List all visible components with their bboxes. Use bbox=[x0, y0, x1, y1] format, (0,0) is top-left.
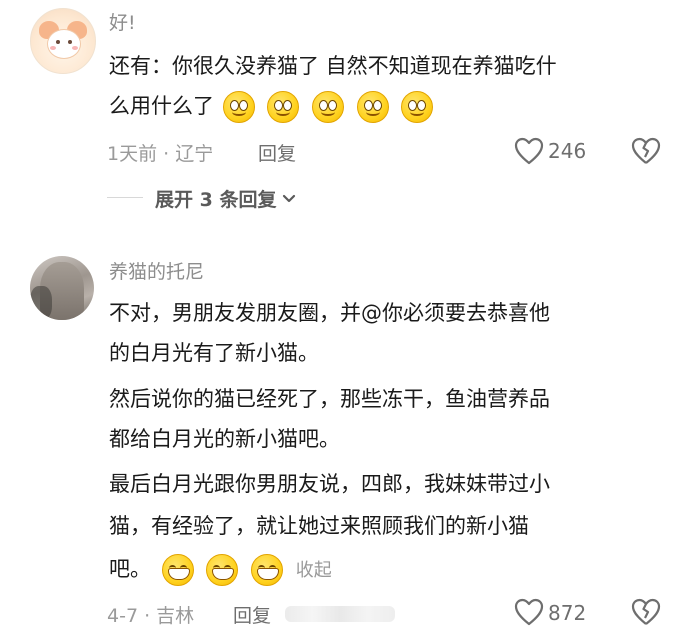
comment-time-location: 4-7 · 吉林 bbox=[107, 605, 195, 627]
heart-outline-icon[interactable] bbox=[514, 598, 546, 626]
grin-emoji-icon bbox=[206, 554, 239, 586]
comment-line: 最后白月光跟你男朋友说，四郎，我妹妹带过小 bbox=[109, 472, 550, 496]
comment-line: 的白月光有了新小猫。 bbox=[109, 341, 319, 365]
smiley-emoji-icon bbox=[401, 91, 434, 123]
chevron-down-icon bbox=[282, 194, 296, 204]
comment-line: 么用什么了 bbox=[109, 94, 214, 118]
expand-replies-button[interactable]: 展开 3 条回复 bbox=[155, 185, 296, 212]
comment-text-row: 吧。 收起 bbox=[109, 549, 332, 591]
comment-text-row: 么用什么了 bbox=[109, 86, 439, 126]
broken-heart-icon[interactable] bbox=[631, 137, 663, 165]
grin-emoji-icon bbox=[161, 554, 194, 586]
smiley-emoji-icon bbox=[222, 91, 255, 123]
reply-button[interactable]: 回复 bbox=[233, 601, 271, 628]
expand-replies-label: 展开 3 条回复 bbox=[155, 189, 277, 211]
avatar[interactable] bbox=[30, 256, 94, 320]
commenter-name[interactable]: 好! bbox=[109, 8, 136, 35]
comment-line: 然后说你的猫已经死了，那些冻干，鱼油营养品 bbox=[109, 387, 550, 411]
comment-line: 都给白月光的新小猫吧。 bbox=[109, 427, 340, 451]
blurred-watermark bbox=[285, 606, 395, 626]
comment-line: 吧。 bbox=[109, 557, 151, 581]
avatar-shadow bbox=[30, 286, 52, 320]
comment-time-location: 1天前 · 辽宁 bbox=[107, 143, 214, 165]
grin-emoji-icon bbox=[251, 554, 284, 586]
comment-line: 猫，有经验了，就让她过来照顾我们的新小猫 bbox=[109, 514, 529, 538]
smiley-emoji-icon bbox=[267, 91, 300, 123]
avatar[interactable] bbox=[30, 8, 96, 74]
commenter-name[interactable]: 养猫的托尼 bbox=[109, 257, 204, 284]
comment-line: 不对，男朋友发朋友圈，并@你必须要去恭喜他 bbox=[109, 301, 550, 325]
heart-outline-icon[interactable] bbox=[514, 137, 546, 165]
like-count: 246 bbox=[548, 139, 587, 163]
comment-line: 还有：你很久没养猫了 自然不知道现在养猫吃什 bbox=[109, 54, 557, 78]
smiley-emoji-icon bbox=[312, 91, 345, 123]
reply-button[interactable]: 回复 bbox=[258, 139, 296, 166]
smiley-emoji-icon bbox=[356, 91, 389, 123]
expand-divider bbox=[107, 197, 143, 198]
broken-heart-icon[interactable] bbox=[631, 598, 663, 626]
like-count: 872 bbox=[548, 601, 587, 625]
avatar-face bbox=[47, 29, 81, 59]
collapse-button[interactable]: 收起 bbox=[296, 560, 332, 581]
